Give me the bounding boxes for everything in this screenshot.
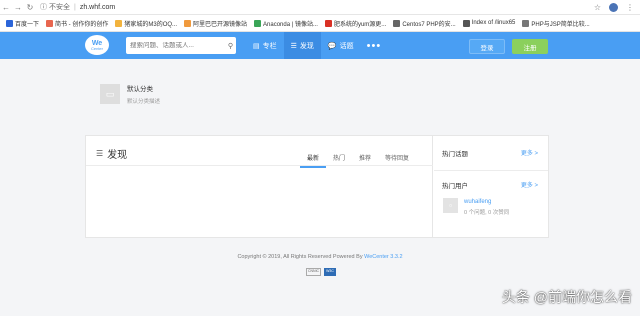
hot-topics-more-link[interactable]: 更多 >	[521, 148, 538, 157]
search-box: ⚲	[126, 37, 236, 54]
forward-arrow-icon[interactable]: →	[12, 0, 24, 15]
nav-topics-label: 话题	[339, 42, 354, 50]
category-name[interactable]: 默认分类	[127, 83, 153, 93]
profile-avatar[interactable]	[609, 2, 618, 12]
nav-discover[interactable]: ☰ 发现	[283, 32, 321, 59]
list-icon: ☰	[96, 149, 104, 158]
nav-columns-label: 专栏	[262, 42, 277, 50]
footer-badges: CNNIC W3C	[306, 268, 336, 276]
logo-sub: Center	[90, 45, 103, 51]
bookmark-item[interactable]: Anaconda | 镜像站...	[254, 19, 318, 28]
bookmark-favicon-icon	[6, 19, 13, 27]
reload-icon[interactable]: ↻	[24, 0, 36, 15]
bookmark-item[interactable]: Index of /linux65	[462, 19, 516, 27]
discover-title: 发现	[107, 150, 128, 161]
bookmark-favicon-icon	[462, 19, 470, 27]
nav-columns[interactable]: ▤ 专栏	[246, 32, 284, 59]
url-text: zh.whf.com	[79, 3, 116, 11]
bookmark-favicon-icon	[115, 19, 123, 27]
bookmark-favicon-icon	[184, 19, 192, 27]
bookmark-favicon-icon	[46, 19, 54, 27]
bookmark-item[interactable]: 百度一下	[6, 19, 39, 28]
cnnic-badge[interactable]: CNNIC	[306, 268, 322, 276]
footer: Copyright © 2019, All Rights Reserved Po…	[0, 254, 640, 260]
bookmark-favicon-icon	[522, 19, 530, 27]
bookmark-label: 肥系统的yum源更...	[333, 21, 387, 28]
discover-heading: ☰ 发现	[96, 146, 127, 161]
bookmark-label: Index of /linux65	[471, 20, 516, 26]
w3c-badge[interactable]: W3C	[324, 268, 336, 276]
bookmark-item[interactable]: 肥系统的yum源更...	[324, 19, 387, 28]
hot-users-more-link[interactable]: 更多 >	[521, 180, 538, 189]
discover-panel: ☰ 发现 最新 热门 推荐 等待回复 热门话题 更多 > 热门用户 更多 > ▫…	[85, 135, 549, 238]
user-avatar[interactable]: ▫	[443, 198, 458, 213]
back-arrow-icon[interactable]: ←	[0, 0, 12, 15]
bookmark-label: 百度一下	[15, 21, 40, 28]
bookmark-favicon-icon	[254, 19, 262, 27]
user-stats: 0 个问题, 0 次赞同	[464, 210, 510, 216]
nav-topics[interactable]: 💬 话题	[321, 32, 361, 59]
nav-discover-label: 发现	[299, 42, 314, 50]
hot-users-heading: 热门用户	[442, 183, 468, 190]
login-button[interactable]: 登录	[469, 39, 505, 54]
search-icon[interactable]: ⚲	[228, 42, 233, 50]
bookmark-item[interactable]: 阿里巴巴开源镜像站	[184, 19, 247, 28]
url-separator: |	[74, 3, 76, 11]
site-logo[interactable]: We Center	[85, 35, 109, 55]
wecenter-link[interactable]: WeCenter 3.3.2	[364, 254, 402, 260]
bookmark-item[interactable]: 简书 - 创作你的创作	[46, 19, 108, 28]
bookmark-item[interactable]: Centos7 PHP的安...	[393, 19, 456, 28]
security-label: 不安全	[49, 4, 70, 11]
bookmark-label: Anaconda | 镜像站...	[263, 21, 318, 28]
user-name-link[interactable]: wuhaifeng	[464, 199, 491, 205]
discover-main: ☰ 发现 最新 热门 推荐 等待回复	[86, 136, 433, 237]
watermark: 头条 @前端你怎么看	[501, 289, 632, 305]
divider	[434, 170, 548, 171]
info-icon: ⓘ	[40, 4, 47, 11]
bookmark-favicon-icon	[324, 19, 332, 27]
chat-icon: 💬	[327, 42, 337, 50]
site-header: We Center ⚲ ▤ 专栏 ☰ 发现 💬 话题 ••• 登录 注册	[0, 32, 640, 59]
bookmark-label: 猪家城的M3的OQ...	[124, 21, 178, 28]
bookmark-label: Centos7 PHP的安...	[402, 21, 456, 28]
bookmark-favicon-icon	[393, 19, 401, 27]
bookmark-item[interactable]: 猪家城的M3的OQ...	[115, 19, 177, 28]
search-input[interactable]	[130, 42, 222, 49]
bookmark-star-icon[interactable]: ☆	[594, 3, 601, 12]
menu-kebab-icon[interactable]: ⋮	[626, 3, 634, 12]
bookmarks-bar: 百度一下 简书 - 创作你的创作 猪家城的M3的OQ... 阿里巴巴开源镜像站 Anac…	[0, 15, 640, 32]
category-icon[interactable]: ▭	[100, 84, 120, 104]
divider	[86, 165, 433, 166]
copyright-text: Copyright © 2019, All Rights Reserved Po…	[237, 254, 365, 260]
browser-address-bar: ← → ↻ ⓘ 不安全 | zh.whf.com ☆ ⋮	[0, 0, 640, 15]
more-menu-icon[interactable]: •••	[361, 40, 388, 52]
bookmark-item[interactable]: PHP与JSP简单比较...	[522, 19, 590, 28]
category-desc: 默认分类描述	[127, 99, 161, 105]
hot-topics-heading: 热门话题	[442, 151, 468, 158]
bookmark-label: 阿里巴巴开源镜像站	[193, 21, 248, 28]
header-nav: ▤ 专栏 ☰ 发现 💬 话题 •••	[246, 32, 387, 59]
url-field[interactable]: ⓘ 不安全 | zh.whf.com	[40, 2, 115, 12]
bookmark-label: PHP与JSP简单比较...	[531, 21, 590, 28]
columns-icon: ▤	[253, 42, 260, 50]
register-button[interactable]: 注册	[512, 39, 548, 54]
bookmark-label: 简书 - 创作你的创作	[55, 21, 109, 28]
list-icon: ☰	[290, 42, 297, 50]
sidebar: 热门话题 更多 > 热门用户 更多 > ▫ wuhaifeng 0 个问题, 0…	[434, 136, 548, 237]
